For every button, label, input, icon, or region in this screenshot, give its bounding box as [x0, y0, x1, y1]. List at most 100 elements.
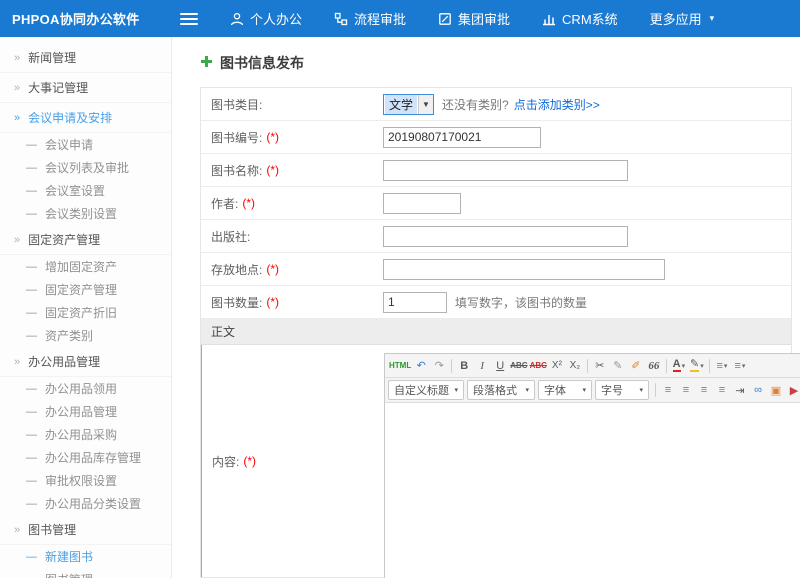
nav-item-crm[interactable]: CRM系统 — [526, 0, 634, 37]
field-label: 内容: (*) — [202, 345, 384, 577]
field-label: 图书类目: — [201, 88, 383, 120]
clipboard-edit-icon — [438, 12, 452, 26]
sidebar-item-label: 图书管理 — [45, 571, 93, 578]
font-color-button[interactable]: A ▾ — [670, 356, 688, 375]
sidebar-item-book-list[interactable]: — 图书管理 — [0, 568, 171, 578]
toolbar-separator — [451, 359, 452, 373]
sidebar-item-bullet-icon: — — [26, 307, 37, 319]
sidebar-item-meeting-list-approval[interactable]: — 会议列表及审批 — [0, 156, 171, 179]
sidebar-item-label: 固定资产折旧 — [45, 304, 117, 321]
field-label: 图书编号: (*) — [201, 121, 383, 153]
sidebar-item-label: 大事记管理 — [28, 79, 88, 96]
sidebar-item-office-supplies[interactable]: » 办公用品管理 — [0, 347, 171, 377]
highlight-color-button[interactable]: ✎ ▾ — [688, 356, 706, 375]
book-name-input[interactable] — [383, 160, 628, 181]
add-category-link[interactable]: 点击添加类别>> — [514, 96, 600, 113]
category-selected-value: 文学 — [385, 95, 417, 114]
user-icon — [230, 12, 244, 26]
cut-button[interactable]: ✂ — [591, 356, 609, 375]
book-form: 图书类目: 文学 ▼ 还没有类别? 点击添加类别>> 图书编号: (*) — [200, 87, 792, 578]
sidebar-item-add-fixed-asset[interactable]: — 增加固定资产 — [0, 255, 171, 278]
underline-button[interactable]: U — [491, 356, 509, 375]
sidebar-item-meeting-category-settings[interactable]: — 会议类别设置 — [0, 202, 171, 225]
book-code-input[interactable] — [383, 127, 541, 148]
sidebar-item-events-management[interactable]: » 大事记管理 — [0, 73, 171, 103]
remove-format-button[interactable]: ABC — [529, 356, 548, 375]
quantity-input[interactable] — [383, 292, 447, 313]
undo-button[interactable]: ↶ — [412, 356, 430, 375]
form-row-book-code: 图书编号: (*) — [201, 121, 791, 154]
justify-button[interactable]: ≡ — [713, 381, 731, 400]
format-painter-button[interactable]: ✎ — [609, 356, 627, 375]
sidebar-item-bullet-icon: — — [26, 139, 37, 151]
field-label: 作者: (*) — [201, 187, 383, 219]
location-input[interactable] — [383, 259, 665, 280]
nav-item-workflow-approval[interactable]: 流程审批 — [318, 0, 422, 37]
editor-content-area[interactable] — [385, 403, 800, 578]
media-button[interactable]: ▶ — [785, 381, 800, 400]
publisher-input[interactable] — [383, 226, 628, 247]
sidebar-item-meeting-apply[interactable]: — 会议申请 — [0, 133, 171, 156]
sidebar-item-supplies-management[interactable]: — 办公用品管理 — [0, 400, 171, 423]
superscript-button[interactable]: X² — [548, 356, 566, 375]
sidebar-item-supplies-purchase[interactable]: — 办公用品采购 — [0, 423, 171, 446]
sidebar-item-approval-permission-settings[interactable]: — 审批权限设置 — [0, 469, 171, 492]
sidebar-item-fixed-asset-depreciation[interactable]: — 固定资产折旧 — [0, 301, 171, 324]
unordered-list-button[interactable]: ≡ ▾ — [731, 356, 749, 375]
sidebar-item-supplies-claim[interactable]: — 办公用品领用 — [0, 377, 171, 400]
custom-heading-select[interactable]: 自定义标题 ▾ — [388, 380, 464, 400]
italic-button[interactable]: I — [473, 356, 491, 375]
redo-button[interactable]: ↷ — [430, 356, 448, 375]
rich-text-editor: HTML ↶ ↷ — [384, 353, 800, 578]
sidebar-item-fixed-assets[interactable]: » 固定资产管理 — [0, 225, 171, 255]
sidebar-item-bullet-icon: — — [26, 185, 37, 197]
image-button[interactable]: ▣ — [767, 381, 785, 400]
select-arrow-icon: ▼ — [418, 95, 433, 114]
bold-button[interactable]: B — [455, 356, 473, 375]
nav-item-personal-office[interactable]: 个人办公 — [214, 0, 318, 37]
sidebar-item-label: 新建图书 — [45, 548, 93, 565]
sidebar-item-supplies-category-settings[interactable]: — 办公用品分类设置 — [0, 492, 171, 515]
sidebar: » 新闻管理 » 大事记管理 » 会议申请及安排 — 会议申请 — 会议列表及审… — [0, 37, 172, 578]
align-right-button[interactable]: ≡ — [695, 381, 713, 400]
form-row-author: 作者: (*) — [201, 187, 791, 220]
sidebar-item-supplies-inventory[interactable]: — 办公用品库存管理 — [0, 446, 171, 469]
sidebar-item-asset-category[interactable]: — 资产类别 — [0, 324, 171, 347]
html-source-button[interactable]: HTML — [388, 356, 412, 375]
ordered-list-button[interactable]: ≡ ▾ — [713, 356, 731, 375]
author-input[interactable] — [383, 193, 461, 214]
sidebar-item-label: 固定资产管理 — [28, 231, 100, 248]
form-row-publisher: 出版社: — [201, 220, 791, 253]
sidebar-item-new-book[interactable]: — 新建图书 — [0, 545, 171, 568]
sidebar-item-meeting-room-settings[interactable]: — 会议室设置 — [0, 179, 171, 202]
sidebar-item-bullet-icon: » — [14, 82, 20, 94]
sidebar-item-label: 图书管理 — [28, 521, 76, 538]
sidebar-item-book-management[interactable]: » 图书管理 — [0, 515, 171, 545]
font-size-select[interactable]: 字号 ▾ — [595, 380, 649, 400]
strikethrough-button[interactable]: ABC — [509, 356, 528, 375]
sidebar-item-label: 会议列表及审批 — [45, 159, 129, 176]
editor-toolbar-row1: HTML ↶ ↷ — [385, 354, 800, 378]
sidebar-item-meeting-request[interactable]: » 会议申请及安排 — [0, 103, 171, 133]
category-hint: 还没有类别? — [442, 96, 509, 113]
form-row-content: 内容: (*) HTML — [201, 345, 791, 577]
nav-item-more-apps[interactable]: 更多应用 ▾ — [634, 0, 731, 37]
category-select[interactable]: 文学 ▼ — [383, 94, 434, 115]
sidebar-item-label: 会议室设置 — [45, 182, 105, 199]
align-left-button[interactable]: ≡ — [659, 381, 677, 400]
paragraph-format-select[interactable]: 段落格式 ▾ — [467, 380, 535, 400]
link-button[interactable]: ∞ — [749, 381, 767, 400]
sidebar-item-label: 办公用品采购 — [45, 426, 117, 443]
nav-item-group-approval[interactable]: 集团审批 — [422, 0, 526, 37]
align-center-button[interactable]: ≡ — [677, 381, 695, 400]
subscript-button[interactable]: X₂ — [566, 356, 584, 375]
menu-toggle-icon[interactable] — [180, 10, 198, 28]
font-family-select[interactable]: 字体 ▾ — [538, 380, 592, 400]
indent-button[interactable]: ⇥ — [731, 381, 749, 400]
paint-button[interactable]: ✐ — [627, 356, 645, 375]
sidebar-item-bullet-icon: — — [26, 498, 37, 510]
sidebar-item-news-management[interactable]: » 新闻管理 — [0, 43, 171, 73]
blockquote-button[interactable]: 66 — [645, 356, 663, 375]
sidebar-item-fixed-asset-management[interactable]: — 固定资产管理 — [0, 278, 171, 301]
field-label: 图书名称: (*) — [201, 154, 383, 186]
